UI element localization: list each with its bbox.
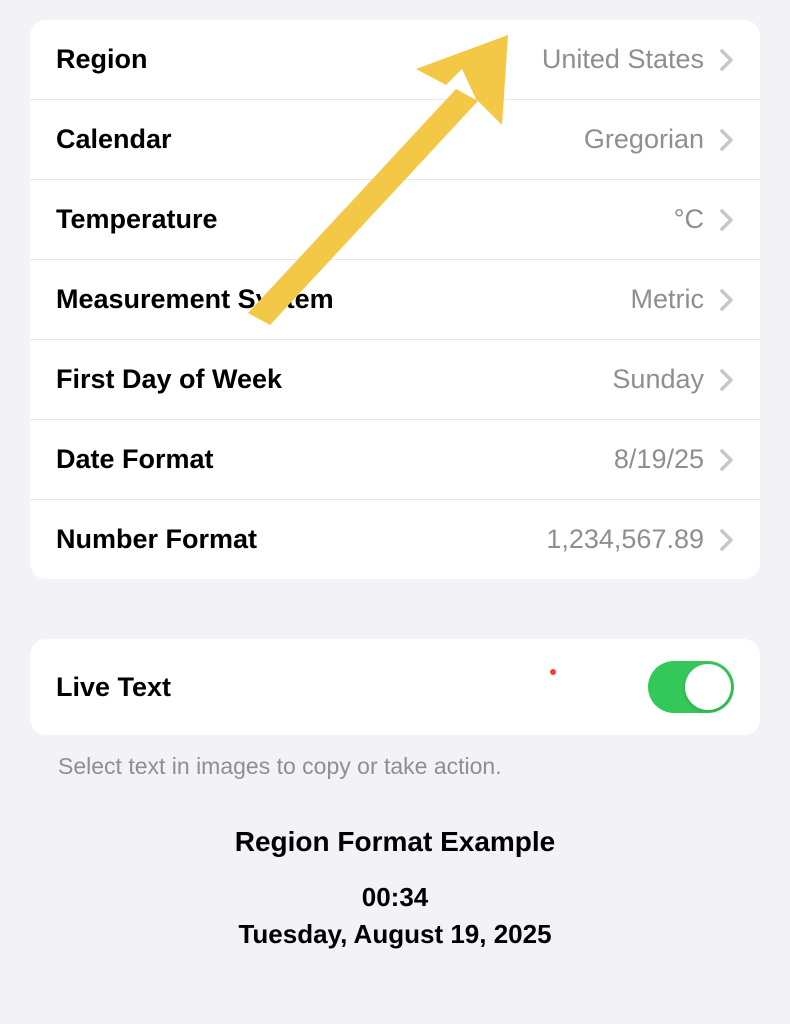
region-format-example-section: Region Format Example 00:34 Tuesday, Aug… [30, 826, 760, 950]
region-value: United States [542, 44, 704, 75]
calendar-value-wrap: Gregorian [584, 124, 734, 155]
region-format-example-title: Region Format Example [30, 826, 760, 858]
recording-dot-icon [550, 669, 556, 675]
calendar-value: Gregorian [584, 124, 704, 155]
live-text-row: Live Text [30, 639, 760, 735]
measurement-system-row[interactable]: Measurement System Metric [30, 260, 760, 340]
temperature-row[interactable]: Temperature °C [30, 180, 760, 260]
measurement-system-value-wrap: Metric [631, 284, 735, 315]
live-text-toggle[interactable] [648, 661, 734, 713]
live-text-footer: Select text in images to copy or take ac… [30, 735, 760, 780]
date-format-row[interactable]: Date Format 8/19/25 [30, 420, 760, 500]
date-format-value-wrap: 8/19/25 [614, 444, 734, 475]
chevron-right-icon [720, 289, 734, 311]
language-region-settings-group: Region United States Calendar Gregorian … [30, 20, 760, 579]
measurement-system-label: Measurement System [56, 284, 334, 315]
measurement-system-value: Metric [631, 284, 705, 315]
calendar-row[interactable]: Calendar Gregorian [30, 100, 760, 180]
number-format-label: Number Format [56, 524, 257, 555]
first-day-of-week-value-wrap: Sunday [612, 364, 734, 395]
chevron-right-icon [720, 529, 734, 551]
region-format-example-date: Tuesday, August 19, 2025 [30, 919, 760, 950]
toggle-knob-icon [685, 664, 731, 710]
date-format-value: 8/19/25 [614, 444, 704, 475]
live-text-group: Live Text [30, 639, 760, 735]
temperature-value: °C [674, 204, 704, 235]
chevron-right-icon [720, 369, 734, 391]
calendar-label: Calendar [56, 124, 172, 155]
first-day-of-week-value: Sunday [612, 364, 704, 395]
date-format-label: Date Format [56, 444, 214, 475]
region-value-wrap: United States [542, 44, 734, 75]
chevron-right-icon [720, 449, 734, 471]
number-format-row[interactable]: Number Format 1,234,567.89 [30, 500, 760, 579]
chevron-right-icon [720, 209, 734, 231]
first-day-of-week-label: First Day of Week [56, 364, 282, 395]
number-format-value: 1,234,567.89 [546, 524, 704, 555]
region-format-example-time: 00:34 [30, 882, 760, 913]
temperature-value-wrap: °C [674, 204, 734, 235]
live-text-label: Live Text [56, 672, 171, 703]
chevron-right-icon [720, 129, 734, 151]
temperature-label: Temperature [56, 204, 218, 235]
chevron-right-icon [720, 49, 734, 71]
region-label: Region [56, 44, 148, 75]
number-format-value-wrap: 1,234,567.89 [546, 524, 734, 555]
first-day-of-week-row[interactable]: First Day of Week Sunday [30, 340, 760, 420]
region-row[interactable]: Region United States [30, 20, 760, 100]
